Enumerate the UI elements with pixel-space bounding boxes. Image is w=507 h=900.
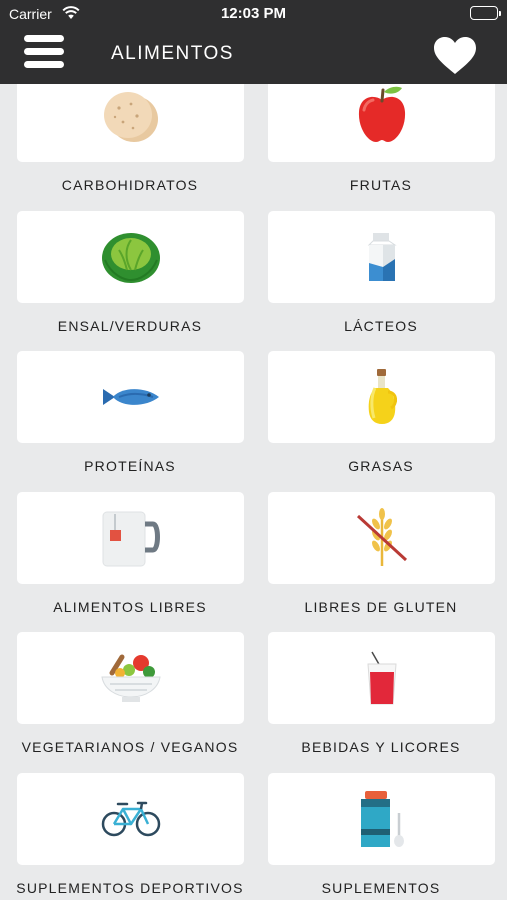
salad-bowl-icon — [17, 632, 244, 724]
category-card-frutas[interactable] — [268, 84, 495, 162]
category-card-proteinas[interactable] — [17, 351, 244, 443]
category-grid: CARBOHIDRATOS FRUTAS ENSAL/VERDURAS LÁCT… — [0, 84, 507, 900]
heart-icon — [434, 37, 476, 74]
category-label: CARBOHIDRATOS — [61, 177, 199, 193]
category-card-lacteos[interactable] — [268, 211, 495, 303]
clock-time: 12:03 PM — [220, 5, 287, 22]
menu-button[interactable] — [24, 35, 66, 71]
category-label: SUPLEMENTOS — [321, 880, 441, 896]
category-card-bebidas-y-licores[interactable] — [268, 632, 495, 724]
navigation-bar: ALIMENTOS — [0, 28, 507, 84]
category-card-vegetarianos-veganos[interactable] — [17, 632, 244, 724]
favorites-button[interactable] — [433, 36, 477, 76]
fish-icon — [17, 351, 244, 443]
category-card-ensal-verduras[interactable] — [17, 211, 244, 303]
drink-glass-icon — [268, 632, 495, 724]
category-card-suplementos-deportivos[interactable] — [17, 773, 244, 865]
category-label: PROTEÍNAS — [84, 458, 176, 474]
hamburger-icon — [24, 35, 64, 42]
apple-icon — [268, 84, 495, 162]
category-card-carbohidratos[interactable] — [17, 84, 244, 162]
category-card-alimentos-libres[interactable] — [17, 492, 244, 584]
category-label: ALIMENTOS LIBRES — [53, 599, 207, 615]
category-label: BEBIDAS Y LICORES — [301, 739, 461, 755]
category-label: FRUTAS — [349, 177, 413, 193]
category-label: SUPLEMENTOS DEPORTIVOS — [16, 880, 244, 896]
battery-icon — [470, 6, 501, 20]
milk-carton-icon — [268, 211, 495, 303]
category-card-suplementos[interactable] — [268, 773, 495, 865]
category-label: LÁCTEOS — [344, 318, 418, 334]
supplement-bottle-icon — [268, 773, 495, 865]
category-label: LIBRES DE GLUTEN — [304, 599, 458, 615]
bicycle-icon — [17, 773, 244, 865]
category-label: ENSAL/VERDURAS — [57, 318, 203, 334]
category-label: GRASAS — [348, 458, 414, 474]
category-card-grasas[interactable] — [268, 351, 495, 443]
category-card-libres-de-gluten[interactable] — [268, 492, 495, 584]
tea-mug-icon — [17, 492, 244, 584]
gluten-free-icon — [268, 492, 495, 584]
status-bar: Carrier 12:03 PM — [0, 0, 507, 28]
category-label: VEGETARIANOS / VEGANOS — [21, 739, 239, 755]
oil-bottle-icon — [268, 351, 495, 443]
tortilla-icon — [17, 84, 244, 162]
page-title: ALIMENTOS — [111, 43, 234, 64]
lettuce-icon — [17, 211, 244, 303]
